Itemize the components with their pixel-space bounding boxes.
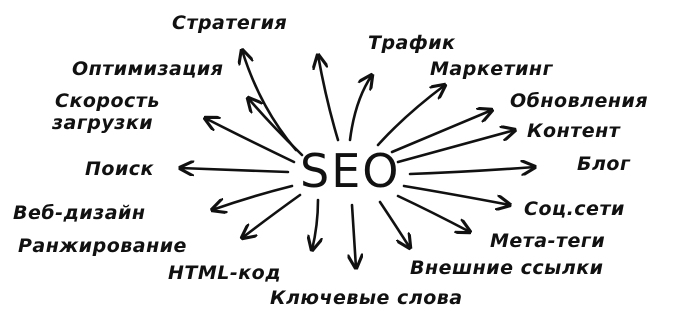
- label-traffic: Трафик: [368, 32, 456, 54]
- arrow-social: [402, 184, 510, 205]
- label-web-design: Веб-дизайн: [13, 202, 146, 224]
- label-optimization: Оптимизация: [72, 58, 224, 80]
- arrow-traffic-2: [318, 55, 340, 142]
- label-strategy: Стратегия: [172, 12, 288, 34]
- label-marketing: Маркетинг: [430, 58, 553, 80]
- arrow-optimization: [248, 98, 304, 157]
- arrow-keywords: [352, 203, 356, 268]
- arrow-htmlcode: [312, 198, 318, 250]
- arrow-ranking: [242, 193, 302, 238]
- label-content: Контент: [527, 120, 621, 142]
- arrow-blog: [408, 167, 535, 174]
- label-keywords: Ключевые слова: [270, 287, 463, 309]
- label-social: Соц.сети: [524, 198, 625, 220]
- label-ranking: Ранжирование: [18, 235, 187, 257]
- arrow-traffic: [348, 75, 372, 142]
- label-backlinks: Внешние ссылки: [410, 257, 604, 279]
- arrow-backlinks: [378, 200, 410, 248]
- label-html-code: HTML-код: [168, 262, 282, 284]
- arrow-marketing: [376, 85, 445, 147]
- seo-center-title: SEO: [300, 144, 401, 198]
- arrow-webdesign: [212, 184, 294, 210]
- label-search: Поиск: [85, 158, 154, 180]
- label-updates: Обновления: [510, 90, 649, 112]
- label-load-speed-line2: загрузки: [52, 112, 154, 134]
- arrow-metatags: [396, 194, 470, 232]
- seo-mindmap: SEO Стратегия Трафик Оптимизация Маркети…: [0, 0, 689, 315]
- label-load-speed-line1: Скорость: [55, 90, 160, 112]
- arrow-loadspeed: [205, 118, 296, 164]
- label-meta-tags: Мета-теги: [490, 230, 606, 252]
- label-blog: Блог: [577, 153, 631, 175]
- arrow-content: [396, 130, 515, 164]
- arrow-search: [180, 168, 290, 172]
